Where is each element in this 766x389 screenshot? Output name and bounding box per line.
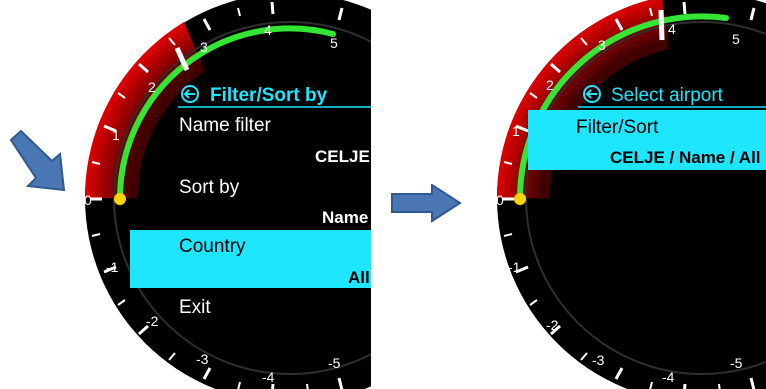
scale-label-1: 1 <box>512 123 520 139</box>
menu-item-country[interactable]: Country <box>179 236 246 257</box>
scale-label-neg1: -1 <box>508 259 521 275</box>
scale-label-neg2: -2 <box>146 313 159 329</box>
scale-label-3: 3 <box>598 37 606 53</box>
device-screen-filter-sort: 5 4 3 2 1 0 -1 -2 -3 -4 -5 Filter/Sort b… <box>82 0 371 389</box>
arrow-down-right-icon <box>9 129 66 192</box>
scale-label-neg4: -4 <box>262 369 275 385</box>
scale-label-neg2: -2 <box>546 317 559 333</box>
scale-label-neg5: -5 <box>328 355 341 371</box>
scale-label-0: 0 <box>496 192 504 208</box>
scale-label-4: 4 <box>668 21 676 37</box>
menu-value-sort-by: Name <box>322 208 368 227</box>
yellow-indicator <box>514 193 526 205</box>
menu-item-name-filter[interactable]: Name filter <box>179 115 272 136</box>
scale-label-neg3: -3 <box>592 352 605 368</box>
scale-label-neg1: -1 <box>106 259 119 275</box>
scale-label-neg4: -4 <box>662 369 675 385</box>
scale-label-neg5: -5 <box>730 355 743 371</box>
scale-label-neg3: -3 <box>196 351 209 367</box>
scale-label-0: 0 <box>84 192 92 208</box>
menu-title: Filter/Sort by <box>210 85 328 106</box>
yellow-indicator <box>114 193 126 205</box>
arrow-right-icon <box>391 184 462 223</box>
menu-item-sort-by[interactable]: Sort by <box>179 177 240 198</box>
menu-item-country-highlight[interactable] <box>130 230 371 288</box>
scene: 5 4 3 2 1 0 -1 -2 -3 -4 -5 Filter/Sort b… <box>0 0 766 389</box>
scale-label-1: 1 <box>112 127 120 143</box>
scale-label-3: 3 <box>200 39 208 55</box>
scale-label-2: 2 <box>148 79 156 95</box>
scale-label-4: 4 <box>264 22 272 38</box>
menu-item-exit[interactable]: Exit <box>179 297 211 318</box>
scale-label-5: 5 <box>330 35 338 51</box>
menu-value-filter-sort: CELJE / Name / All <box>610 148 761 167</box>
scale-label-2: 2 <box>546 77 554 93</box>
menu-value-country: All <box>348 268 370 287</box>
menu-title: Select airport <box>611 85 724 106</box>
device-screen-select-airport: 5 4 3 2 1 0 -1 -2 -3 -4 -5 Select airpor… <box>494 0 766 389</box>
scale-label-5: 5 <box>732 31 740 47</box>
menu-item-filter-sort[interactable]: Filter/Sort <box>576 117 659 138</box>
menu-value-name-filter: CELJE <box>315 147 370 166</box>
